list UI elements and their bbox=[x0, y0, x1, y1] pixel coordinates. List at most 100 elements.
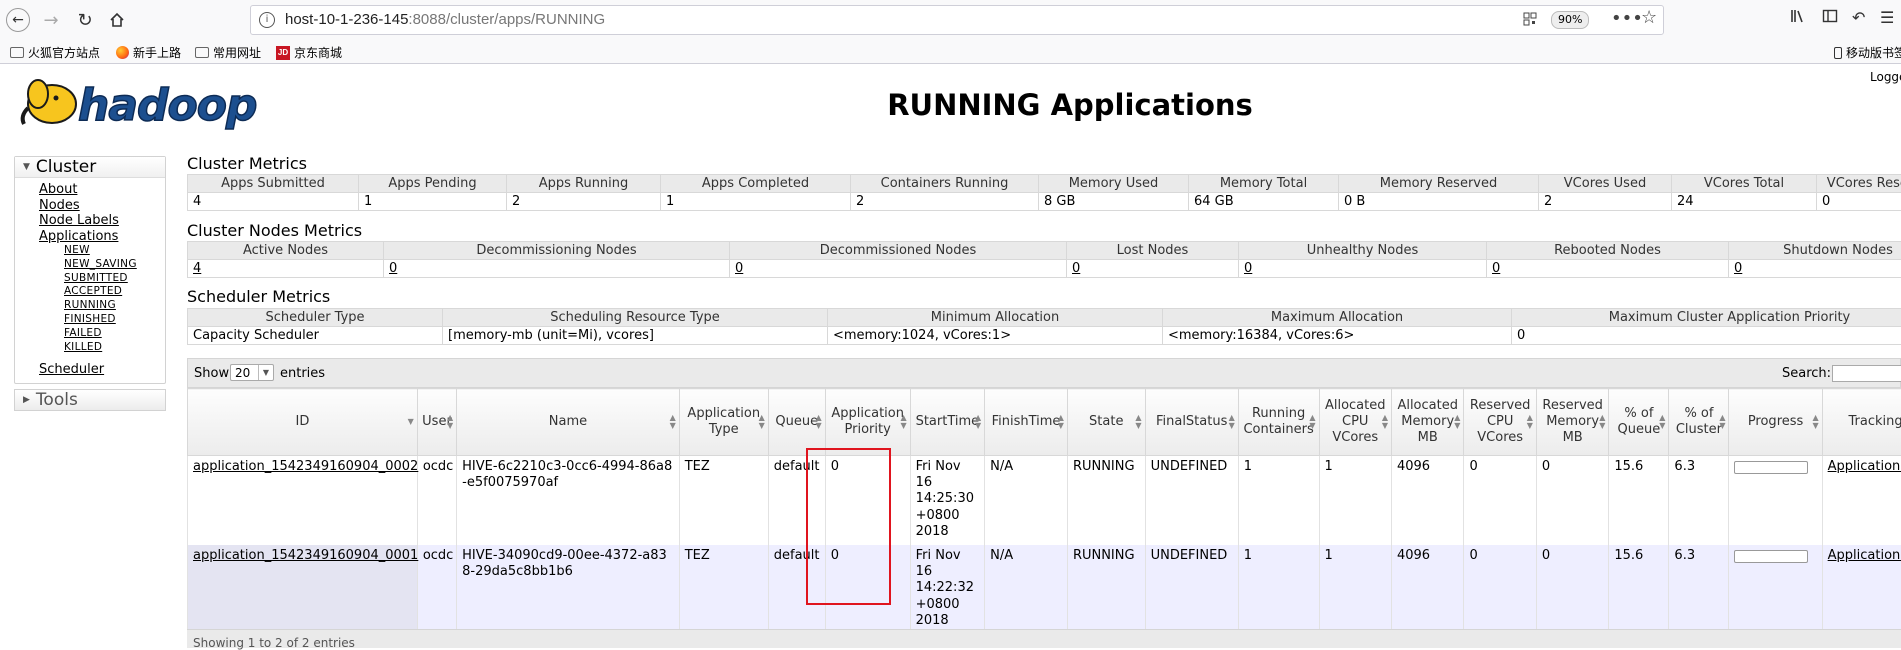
nav-app-running[interactable]: RUNNING bbox=[15, 299, 165, 313]
col-apps-running: Apps Running bbox=[507, 175, 661, 193]
page-length-select[interactable]: 20▼ bbox=[230, 364, 274, 381]
col-id[interactable]: ID▼ bbox=[188, 389, 418, 456]
col-minimum-allocation: Minimum Allocation bbox=[828, 309, 1163, 327]
rebooted-nodes-link[interactable]: 0 bbox=[1487, 260, 1729, 278]
col-finish-time[interactable]: FinishTime▲▼ bbox=[985, 389, 1068, 456]
nav-app-accepted[interactable]: ACCEPTED bbox=[15, 285, 165, 299]
col-final-status[interactable]: FinalStatus▲▼ bbox=[1145, 389, 1238, 456]
scheduler-metrics-label: Scheduler Metrics bbox=[187, 287, 330, 306]
app-allocated-cpu: 1 bbox=[1319, 545, 1391, 634]
col-vcores-total: VCores Total bbox=[1672, 175, 1817, 193]
home-icon[interactable] bbox=[104, 7, 130, 33]
firefox-icon bbox=[116, 46, 129, 59]
tools-section-header[interactable]: ▶Tools bbox=[14, 389, 166, 411]
app-id-link[interactable]: application_1542349160904_0002 bbox=[188, 456, 418, 546]
sort-desc-icon: ▼ bbox=[408, 418, 414, 426]
tracking-ui-link[interactable]: ApplicationMaster bbox=[1822, 545, 1901, 634]
col-queue[interactable]: Queue▲▼ bbox=[768, 389, 825, 456]
sort-icon: ▲▼ bbox=[1812, 414, 1818, 430]
nav-applications[interactable]: Applications bbox=[15, 229, 165, 245]
nav-app-new[interactable]: NEW bbox=[15, 244, 165, 258]
bookmark-firefox-site[interactable]: 火狐官方站点 bbox=[10, 44, 100, 61]
col-memory-used: Memory Used bbox=[1039, 175, 1189, 193]
nodes-metrics-value-row: 4 0 0 0 0 0 0 bbox=[188, 260, 1901, 278]
library-icon[interactable] bbox=[1790, 8, 1806, 28]
table-row: application_1542349160904_0002 ocdc HIVE… bbox=[188, 456, 1901, 546]
maximum-allocation-value: <memory:16384, vCores:6> bbox=[1163, 327, 1512, 345]
col-application-type[interactable]: Application Type▲▼ bbox=[679, 389, 768, 456]
bookmark-mobile[interactable]: 移动版书签 bbox=[1834, 44, 1901, 61]
col-vcores-reserved: VCores Reserved bbox=[1817, 175, 1901, 193]
col-progress[interactable]: Progress▲▼ bbox=[1729, 389, 1822, 456]
memory-reserved-value: 0 B bbox=[1339, 193, 1539, 211]
page-title: RUNNING Applications bbox=[830, 88, 1310, 122]
folder-icon bbox=[195, 47, 209, 58]
app-id-link[interactable]: application_1542349160904_0001 bbox=[188, 545, 418, 634]
col-reserved-memory[interactable]: Reserved Memory MB▲▼ bbox=[1536, 389, 1608, 456]
nav-node-labels[interactable]: Node Labels bbox=[15, 213, 165, 229]
menu-icon[interactable]: ☰ bbox=[1880, 8, 1894, 27]
nav-scheduler[interactable]: Scheduler bbox=[15, 362, 165, 378]
col-reserved-cpu[interactable]: Reserved CPU VCores▲▼ bbox=[1464, 389, 1536, 456]
nodes-metrics-header-row: Active Nodes Decommissioning Nodes Decom… bbox=[188, 242, 1901, 260]
lost-nodes-link[interactable]: 0 bbox=[1067, 260, 1239, 278]
nav-app-submitted[interactable]: SUBMITTED bbox=[15, 272, 165, 286]
nav-app-failed[interactable]: FAILED bbox=[15, 327, 165, 341]
decommissioned-nodes-link[interactable]: 0 bbox=[730, 260, 1067, 278]
nav-nodes[interactable]: Nodes bbox=[15, 198, 165, 214]
col-state[interactable]: State▲▼ bbox=[1067, 389, 1145, 456]
app-start-time: Fri Nov 16 14:22:32 +0800 2018 bbox=[910, 545, 985, 634]
search-input[interactable] bbox=[1832, 365, 1901, 382]
app-allocated-memory: 4096 bbox=[1391, 456, 1463, 546]
app-allocated-cpu: 1 bbox=[1319, 456, 1391, 546]
cluster-metrics-table: Apps Submitted Apps Pending Apps Running… bbox=[187, 174, 1901, 211]
app-final-status: UNDEFINED bbox=[1145, 456, 1238, 546]
shutdown-nodes-link[interactable]: 0 bbox=[1729, 260, 1901, 278]
nav-app-killed[interactable]: KILLED bbox=[15, 341, 165, 355]
bookmark-getting-started[interactable]: 新手上路 bbox=[116, 44, 181, 61]
info-icon[interactable]: i bbox=[259, 12, 275, 28]
url-host: host-10-1-236-145 bbox=[285, 11, 408, 28]
col-start-time[interactable]: StartTime▲▼ bbox=[910, 389, 985, 456]
decommissioning-nodes-link[interactable]: 0 bbox=[384, 260, 730, 278]
browser-toolbar: ← → ↻ i host-10-1-236-145:8088/cluster/a… bbox=[0, 0, 1901, 41]
apps-pending-value: 1 bbox=[359, 193, 507, 211]
col-user[interactable]: User▲▼ bbox=[417, 389, 456, 456]
sort-icon: ▲▼ bbox=[816, 414, 822, 430]
col-pct-cluster[interactable]: % of Cluster▲▼ bbox=[1669, 389, 1729, 456]
nav-app-new-saving[interactable]: NEW_SAVING bbox=[15, 258, 165, 272]
cluster-section-header[interactable]: ▼Cluster bbox=[15, 157, 165, 178]
col-tracking-ui[interactable]: Tracking UI▲▼ bbox=[1822, 389, 1901, 456]
undo-icon[interactable]: ↶ bbox=[1852, 8, 1865, 27]
col-memory-total: Memory Total bbox=[1189, 175, 1339, 193]
scheduler-metrics-value-row: Capacity Scheduler [memory-mb (unit=Mi),… bbox=[188, 327, 1901, 345]
bookmark-common-sites[interactable]: 常用网址 bbox=[195, 44, 261, 61]
unhealthy-nodes-link[interactable]: 0 bbox=[1239, 260, 1487, 278]
zoom-level-badge[interactable]: 90% bbox=[1551, 11, 1589, 29]
containers-running-value: 2 bbox=[851, 193, 1039, 211]
back-icon[interactable]: ← bbox=[6, 8, 30, 32]
forward-icon[interactable]: → bbox=[38, 7, 64, 33]
col-application-priority[interactable]: Application Priority▲▼ bbox=[825, 389, 910, 456]
sidebar-nav: ▼Cluster About Nodes Node Labels Applica… bbox=[14, 156, 166, 411]
col-name[interactable]: Name▲▼ bbox=[457, 389, 680, 456]
progress-bar bbox=[1734, 550, 1808, 563]
reload-icon[interactable]: ↻ bbox=[72, 7, 98, 33]
col-allocated-memory[interactable]: Allocated Memory MB▲▼ bbox=[1391, 389, 1463, 456]
active-nodes-link[interactable]: 4 bbox=[188, 260, 384, 278]
sort-icon: ▲▼ bbox=[670, 414, 676, 430]
page-actions-icon[interactable]: ••• bbox=[1611, 8, 1643, 29]
nav-about[interactable]: About bbox=[15, 182, 165, 198]
sidebar-icon[interactable] bbox=[1822, 8, 1838, 28]
app-user: ocdc bbox=[417, 545, 456, 634]
url-bar[interactable]: i host-10-1-236-145:8088/cluster/apps/RU… bbox=[250, 5, 1664, 35]
col-allocated-cpu[interactable]: Allocated CPU VCores▲▼ bbox=[1319, 389, 1391, 456]
qr-code-icon[interactable] bbox=[1523, 12, 1537, 26]
nav-app-finished[interactable]: FINISHED bbox=[15, 313, 165, 327]
bookmark-jd[interactable]: JD京东商城 bbox=[276, 44, 342, 61]
bookmark-star-icon[interactable]: ☆ bbox=[1641, 7, 1657, 28]
col-running-containers[interactable]: Running Containers▲▼ bbox=[1238, 389, 1319, 456]
url-text[interactable]: host-10-1-236-145:8088/cluster/apps/RUNN… bbox=[285, 11, 605, 28]
col-pct-queue[interactable]: % of Queue▲▼ bbox=[1609, 389, 1669, 456]
tracking-ui-link[interactable]: ApplicationMaster bbox=[1822, 456, 1901, 546]
